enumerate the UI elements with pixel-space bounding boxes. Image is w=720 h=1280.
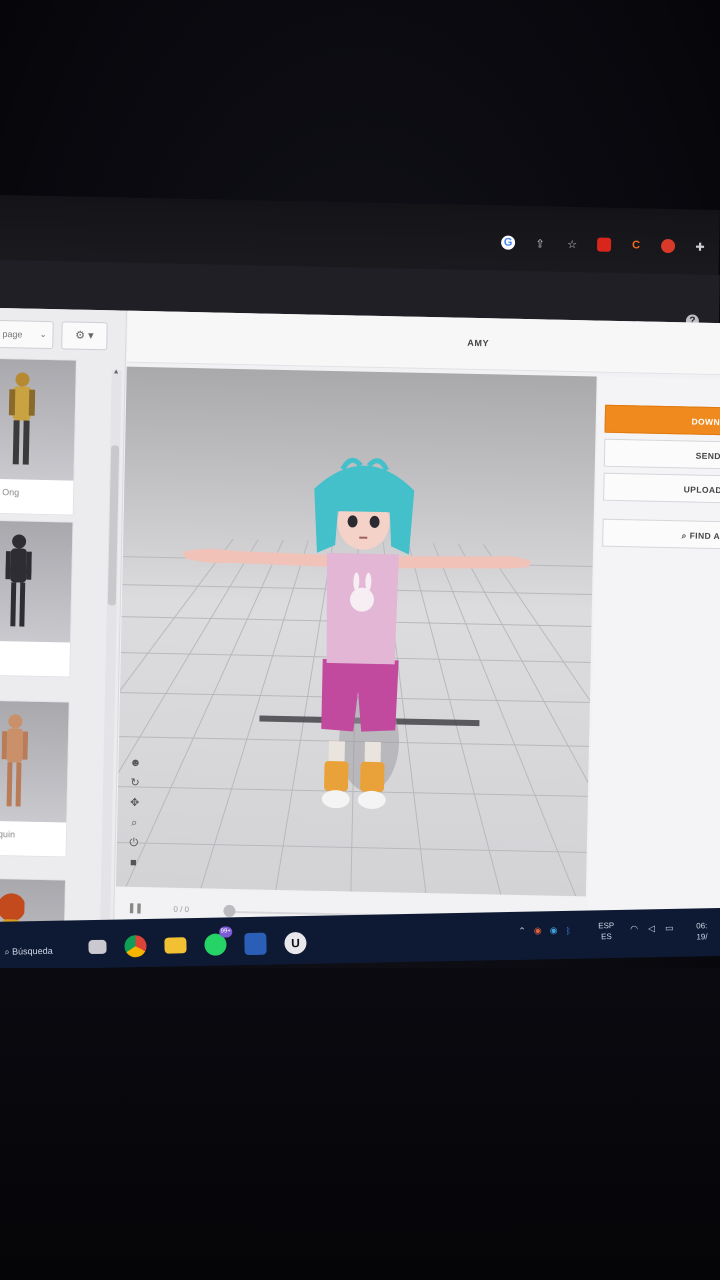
search-icon: ⌕ [4,946,13,957]
wifi-icon[interactable]: ◠ [630,924,638,935]
chevron-up-icon[interactable]: ⌃ [518,926,526,937]
mixamo-app: page ⌄ ⚙ ▾ J Ong [0,308,720,1002]
pause-button[interactable]: ❚❚ [127,903,142,914]
browser-extension-icons: G ⇪ ☆ C ✚ [500,235,707,254]
character-title: AMY [467,337,490,349]
character-name: nequin [0,828,16,840]
page-select-value: page [2,329,23,340]
clock-date: 19/ [696,932,708,942]
volume-icon[interactable]: ◁ [648,923,655,934]
taskbar-search[interactable]: ⌕ Búsqueda [4,946,52,958]
taskbar-apps: 99+ U [88,926,307,958]
figure-mannequin-icon [1,714,29,807]
unreal-icon[interactable]: U [284,931,307,955]
folder-icon[interactable] [164,937,187,954]
character-preview [0,358,76,481]
whatsapp-icon[interactable]: 99+ [204,926,233,956]
taskbar-search-label: Búsqueda [12,945,53,957]
3d-viewport[interactable]: ☻ ↻ ✥ ⌕ ⏻ ■ [115,366,597,897]
viewport-toolbar: ☻ ↻ ✥ ⌕ ⏻ ■ [126,757,142,870]
timeline-scrubber[interactable] [223,904,236,918]
clock[interactable]: 06: 19/ [696,920,708,942]
extension-shield-icon[interactable] [660,238,676,254]
character-sidebar: page ⌄ ⚙ ▾ J Ong [0,308,127,1002]
character-name: J Ong [0,487,20,498]
rotate-icon[interactable]: ↻ [128,777,142,790]
extension-red-icon[interactable] [596,237,612,252]
google-icon[interactable]: G [500,235,516,250]
actions-panel: DOWNLOAD SEND TO A UPLOAD CHA ⌕ FIND ANI… [586,376,720,944]
frame-counter: 0 / 0 [173,904,190,915]
notification-badge: 99+ [219,926,233,938]
character-thumbnail[interactable]: J Ong [0,357,77,516]
download-button[interactable]: DOWNLOAD [604,404,720,436]
viewer-header: AMY [126,310,720,376]
language-indicator[interactable]: ESP ES [598,920,614,942]
upload-character-button[interactable]: UPLOAD CHA [603,472,720,504]
figure-armored-icon [8,372,36,465]
character-preview [0,520,73,643]
photo-of-monitor: G ⇪ ☆ C ✚ ? page ⌄ ⚙ ▾ Ong nequin ▲ AMY … [0,0,720,1280]
puzzle-icon[interactable]: ✚ [693,240,707,254]
skull-icon[interactable]: ☻ [128,757,142,770]
tray-app-icon[interactable]: ◉ [534,925,542,936]
figure-dark-icon [5,534,32,627]
character-name: ro [0,641,70,677]
character-preview [0,700,69,823]
clock-time: 06: [696,921,708,931]
bluetooth-icon[interactable]: ᛒ [565,925,571,935]
language-sub: ES [600,932,612,942]
move-icon[interactable]: ✥ [128,797,142,810]
chrome-icon[interactable] [124,935,147,958]
tray-app-icon[interactable]: ◉ [550,925,558,936]
character-amy-model [182,457,531,809]
chevron-down-icon: ⌄ [39,329,47,339]
find-animations-button[interactable]: ⌕ FIND ANIMA [602,518,720,550]
tray-status: ◠ ◁ ▭ [630,923,674,935]
scroll-up-icon[interactable]: ▲ [113,368,120,375]
monitor-bezel [0,968,720,1280]
star-icon[interactable]: ☆ [565,237,579,251]
language-code: ESP [598,921,615,931]
word-icon[interactable] [244,932,267,956]
page-select[interactable]: page ⌄ [0,319,54,350]
settings-dropdown-button[interactable]: ⚙ ▾ [61,321,108,351]
battery-icon[interactable]: ▭ [665,923,674,934]
character-thumbnail[interactable]: nequin [0,699,70,858]
system-tray: ⌃ ◉ ◉ ᛒ [518,925,571,937]
zoom-icon[interactable]: ⌕ [127,817,141,830]
character-thumbnail[interactable]: ro [0,519,74,678]
camera-icon[interactable]: ■ [126,857,140,870]
share-icon[interactable]: ⇪ [533,236,547,250]
send-to-button[interactable]: SEND TO A [603,438,720,470]
find-animations-label: FIND ANIMA [689,530,720,542]
extension-orange-icon[interactable]: C [629,238,643,252]
power-icon[interactable]: ⏻ [127,837,141,850]
file-explorer-icon[interactable] [88,939,107,955]
